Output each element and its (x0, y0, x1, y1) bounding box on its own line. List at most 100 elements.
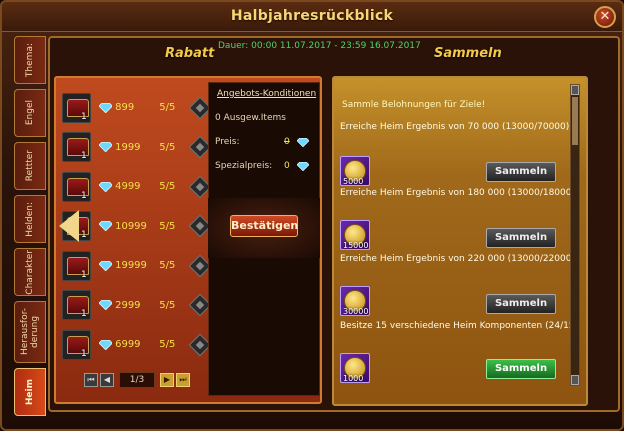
conditions-header: Angebots-Konditionen (217, 89, 317, 99)
diamond-icon (98, 142, 113, 153)
next-page-button[interactable]: ▶ (160, 373, 174, 387)
item-price: 10999 (115, 220, 147, 232)
item-slot[interactable]: 1 (62, 132, 91, 163)
collect-button[interactable]: Sammeln (486, 294, 556, 314)
diamond-icon (98, 221, 113, 232)
item-count: 1 (81, 151, 87, 162)
item-price: 1999 (115, 141, 141, 153)
item-price: 899 (115, 102, 135, 114)
item-list: 1 899 5/5 1 1999 5/5 1 4999 5/5 1 10999 … (62, 88, 212, 365)
item-limit: 5/5 (159, 181, 176, 193)
price-label: Preis: (215, 137, 240, 147)
list-item[interactable]: 1 2999 5/5 (62, 286, 212, 326)
list-item[interactable]: 1 4999 5/5 (62, 167, 212, 207)
item-slot[interactable]: 1 (62, 329, 91, 360)
tab-label: Thema: (25, 42, 35, 78)
list-item[interactable]: 1 899 5/5 (62, 88, 212, 128)
collect-button[interactable]: Sammeln (486, 162, 556, 182)
side-tabs: Thema: Engel Rettter Helden: Charakter H… (14, 36, 48, 421)
item-price: 4999 (115, 181, 141, 193)
goal-text: Erreiche Heim Ergebnis von 180 000 (1300… (340, 188, 581, 198)
event-window: Halbjahresrückblick ✕ Thema: Engel Rettt… (0, 0, 624, 431)
sammeln-scrollbar[interactable] (570, 84, 580, 386)
goal-item: Erreiche Heim Ergebnis von 180 000 (1300… (340, 188, 581, 254)
tab-label: Helden: (25, 201, 35, 237)
reward-slot[interactable]: 1000 (340, 353, 370, 383)
selection-arrow-icon (59, 210, 79, 242)
item-slot[interactable]: 1 (62, 250, 91, 281)
item-limit: 5/5 (159, 102, 176, 114)
list-item[interactable]: 1 1999 5/5 (62, 128, 212, 168)
event-duration: Dauer: 00:00 11.07.2017 - 23:59 16.07.20… (218, 41, 421, 51)
list-item[interactable]: 1 10999 5/5 (62, 207, 212, 247)
goal-text: Erreiche Heim Ergebnis von 220 000 (1300… (340, 254, 581, 264)
reward-slot[interactable]: 15000 (340, 220, 370, 250)
pagination: ⏮ ◀ 1/3 ▶ ⏭ (84, 372, 190, 388)
confirm-button[interactable]: Bestätigen (230, 215, 298, 237)
sammeln-panel: Sammle Belohnungen für Ziele! Erreiche H… (332, 76, 588, 406)
tab-label: Rettter (25, 150, 35, 182)
item-price: 19999 (115, 260, 147, 272)
item-limit: 5/5 (159, 220, 176, 232)
goal-item: Erreiche Heim Ergebnis von 70 000 (13000… (340, 122, 576, 188)
scroll-thumb[interactable] (572, 97, 578, 145)
item-limit: 5/5 (159, 260, 176, 272)
first-page-button[interactable]: ⏮ (84, 373, 98, 387)
window-title: Halbjahresrückblick (230, 8, 394, 24)
tab-thema[interactable]: Thema: (14, 36, 46, 84)
scroll-up-button[interactable] (571, 85, 579, 95)
scroll-down-button[interactable] (571, 375, 579, 385)
page-indicator: 1/3 (119, 372, 155, 388)
tab-herausforderung[interactable]: Herausfor-derung (14, 301, 46, 363)
tab-heim[interactable]: Heim (14, 368, 46, 416)
reward-amount: 15000 (343, 241, 369, 250)
price-value: 0 (284, 137, 290, 147)
tab-engel[interactable]: Engel (14, 89, 46, 137)
close-button[interactable]: ✕ (594, 6, 616, 28)
last-page-button[interactable]: ⏭ (176, 373, 190, 387)
diamond-icon (98, 181, 113, 192)
collect-button[interactable]: Sammeln (486, 359, 556, 379)
item-slot[interactable]: 1 (62, 290, 91, 321)
tab-label: Heim (25, 378, 35, 406)
item-slot[interactable]: 1 (62, 92, 91, 123)
item-limit: 5/5 (159, 141, 176, 153)
item-count: 1 (81, 230, 87, 241)
diamond-icon (98, 102, 113, 113)
reward-slot[interactable]: 5000 (340, 156, 370, 186)
diamond-icon (98, 339, 113, 350)
rabatt-title: Rabatt (165, 46, 215, 61)
reward-amount: 5000 (343, 177, 364, 186)
goal-text: Besitze 15 verschiedene Heim Komponenten… (340, 321, 579, 331)
tab-label: Herausfor-derung (20, 308, 40, 356)
tab-charakter[interactable]: Charakter (14, 248, 46, 296)
list-item[interactable]: 1 19999 5/5 (62, 246, 212, 286)
goal-text: Erreiche Heim Ergebnis von 70 000 (13000… (340, 122, 570, 132)
reward-amount: 1000 (343, 374, 364, 383)
diamond-icon (98, 300, 113, 311)
sammeln-intro: Sammle Belohnungen für Ziele! (342, 100, 486, 110)
item-slot[interactable]: 1 (62, 171, 91, 202)
item-count: 1 (81, 111, 87, 122)
prev-page-button[interactable]: ◀ (100, 373, 114, 387)
item-count: 1 (81, 348, 87, 359)
selected-items-count: 0 Ausgew.Items (215, 113, 286, 123)
reward-slot[interactable]: 30000 (340, 286, 370, 316)
item-limit: 5/5 (159, 299, 176, 311)
item-limit: 5/5 (159, 339, 176, 351)
item-price: 6999 (115, 339, 141, 351)
tab-label: Engel (25, 100, 35, 126)
sammeln-title: Sammeln (434, 46, 502, 61)
item-count: 1 (81, 190, 87, 201)
tab-retter[interactable]: Rettter (14, 142, 46, 190)
item-count: 1 (81, 309, 87, 320)
diamond-icon (297, 162, 309, 171)
goal-item: Besitze 15 verschiedene Heim Komponenten… (340, 321, 579, 387)
item-price: 2999 (115, 299, 141, 311)
collect-button[interactable]: Sammeln (486, 228, 556, 248)
tab-helden[interactable]: Helden: (14, 195, 46, 243)
special-price-label: Spezialpreis: (215, 161, 273, 171)
goal-item: Erreiche Heim Ergebnis von 220 000 (1300… (340, 254, 581, 320)
list-item[interactable]: 1 6999 5/5 (62, 325, 212, 365)
diamond-icon (297, 138, 309, 147)
